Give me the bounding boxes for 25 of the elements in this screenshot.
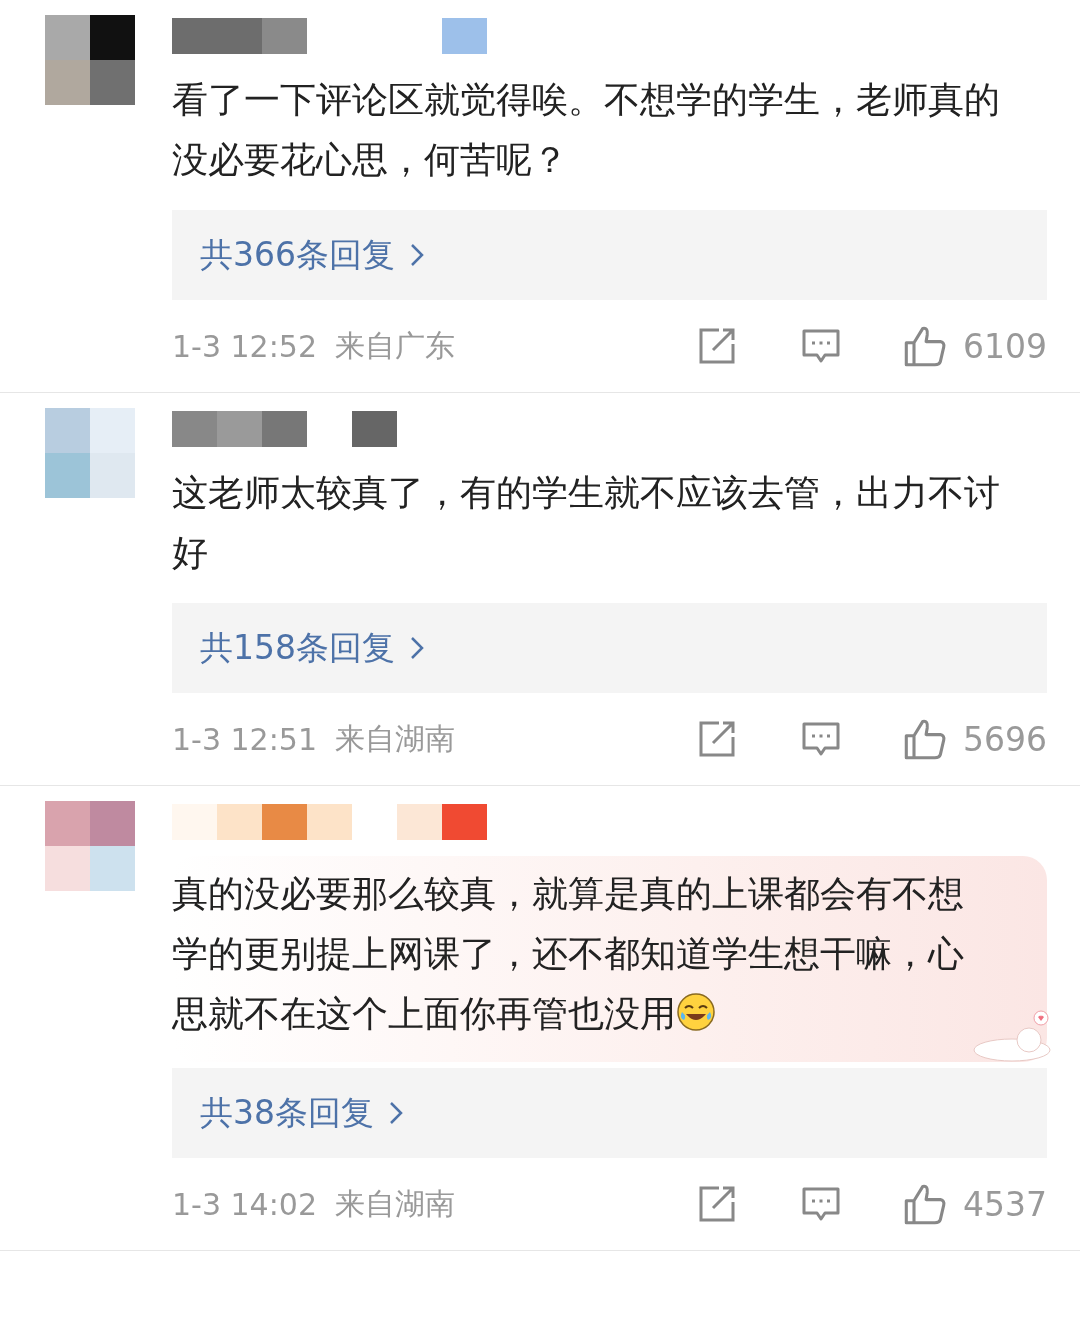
thumbs-up-icon (903, 717, 947, 761)
like-button[interactable]: 5696 (903, 717, 1047, 761)
comment-time: 1-3 12:51 (172, 721, 317, 757)
like-button[interactable]: 6109 (903, 324, 1047, 368)
replies-link[interactable]: 共366条回复 (172, 210, 1047, 300)
like-button[interactable]: 4537 (903, 1182, 1047, 1226)
replies-link[interactable]: 共38条回复 (172, 1068, 1047, 1158)
chevron-icon (409, 635, 425, 661)
comment-time: 1-3 14:02 (172, 1186, 317, 1222)
share-icon[interactable] (697, 326, 737, 366)
comment-location: 来自湖南 (335, 719, 455, 758)
comment-text: 看了一下评论区就觉得唉。不想学的学生，老师真的没必要花心思，何苦呢？ (172, 78, 1001, 182)
replies-link[interactable]: 共158条回复 (172, 603, 1047, 693)
comment-location: 来自广东 (335, 326, 455, 365)
comment-location: 来自湖南 (335, 1184, 455, 1223)
thumbs-up-icon (903, 1182, 947, 1226)
comment-text: 真的没必要那么较真，就算是真的上课都会有不想学的更别提上网课了，还不都知道学生想干嘛，心思就不在这个上面你再管也没用 (172, 872, 965, 1036)
share-icon[interactable] (697, 1184, 737, 1224)
chevron-icon (388, 1100, 404, 1126)
thumbs-up-icon (903, 324, 947, 368)
avatar[interactable] (45, 15, 135, 105)
comment-time: 1-3 12:52 (172, 328, 317, 364)
comment-text: 这老师太较真了，有的学生就不应该去管，出力不讨好 (172, 471, 1001, 575)
chevron-icon (409, 242, 425, 268)
share-icon[interactable] (697, 719, 737, 759)
